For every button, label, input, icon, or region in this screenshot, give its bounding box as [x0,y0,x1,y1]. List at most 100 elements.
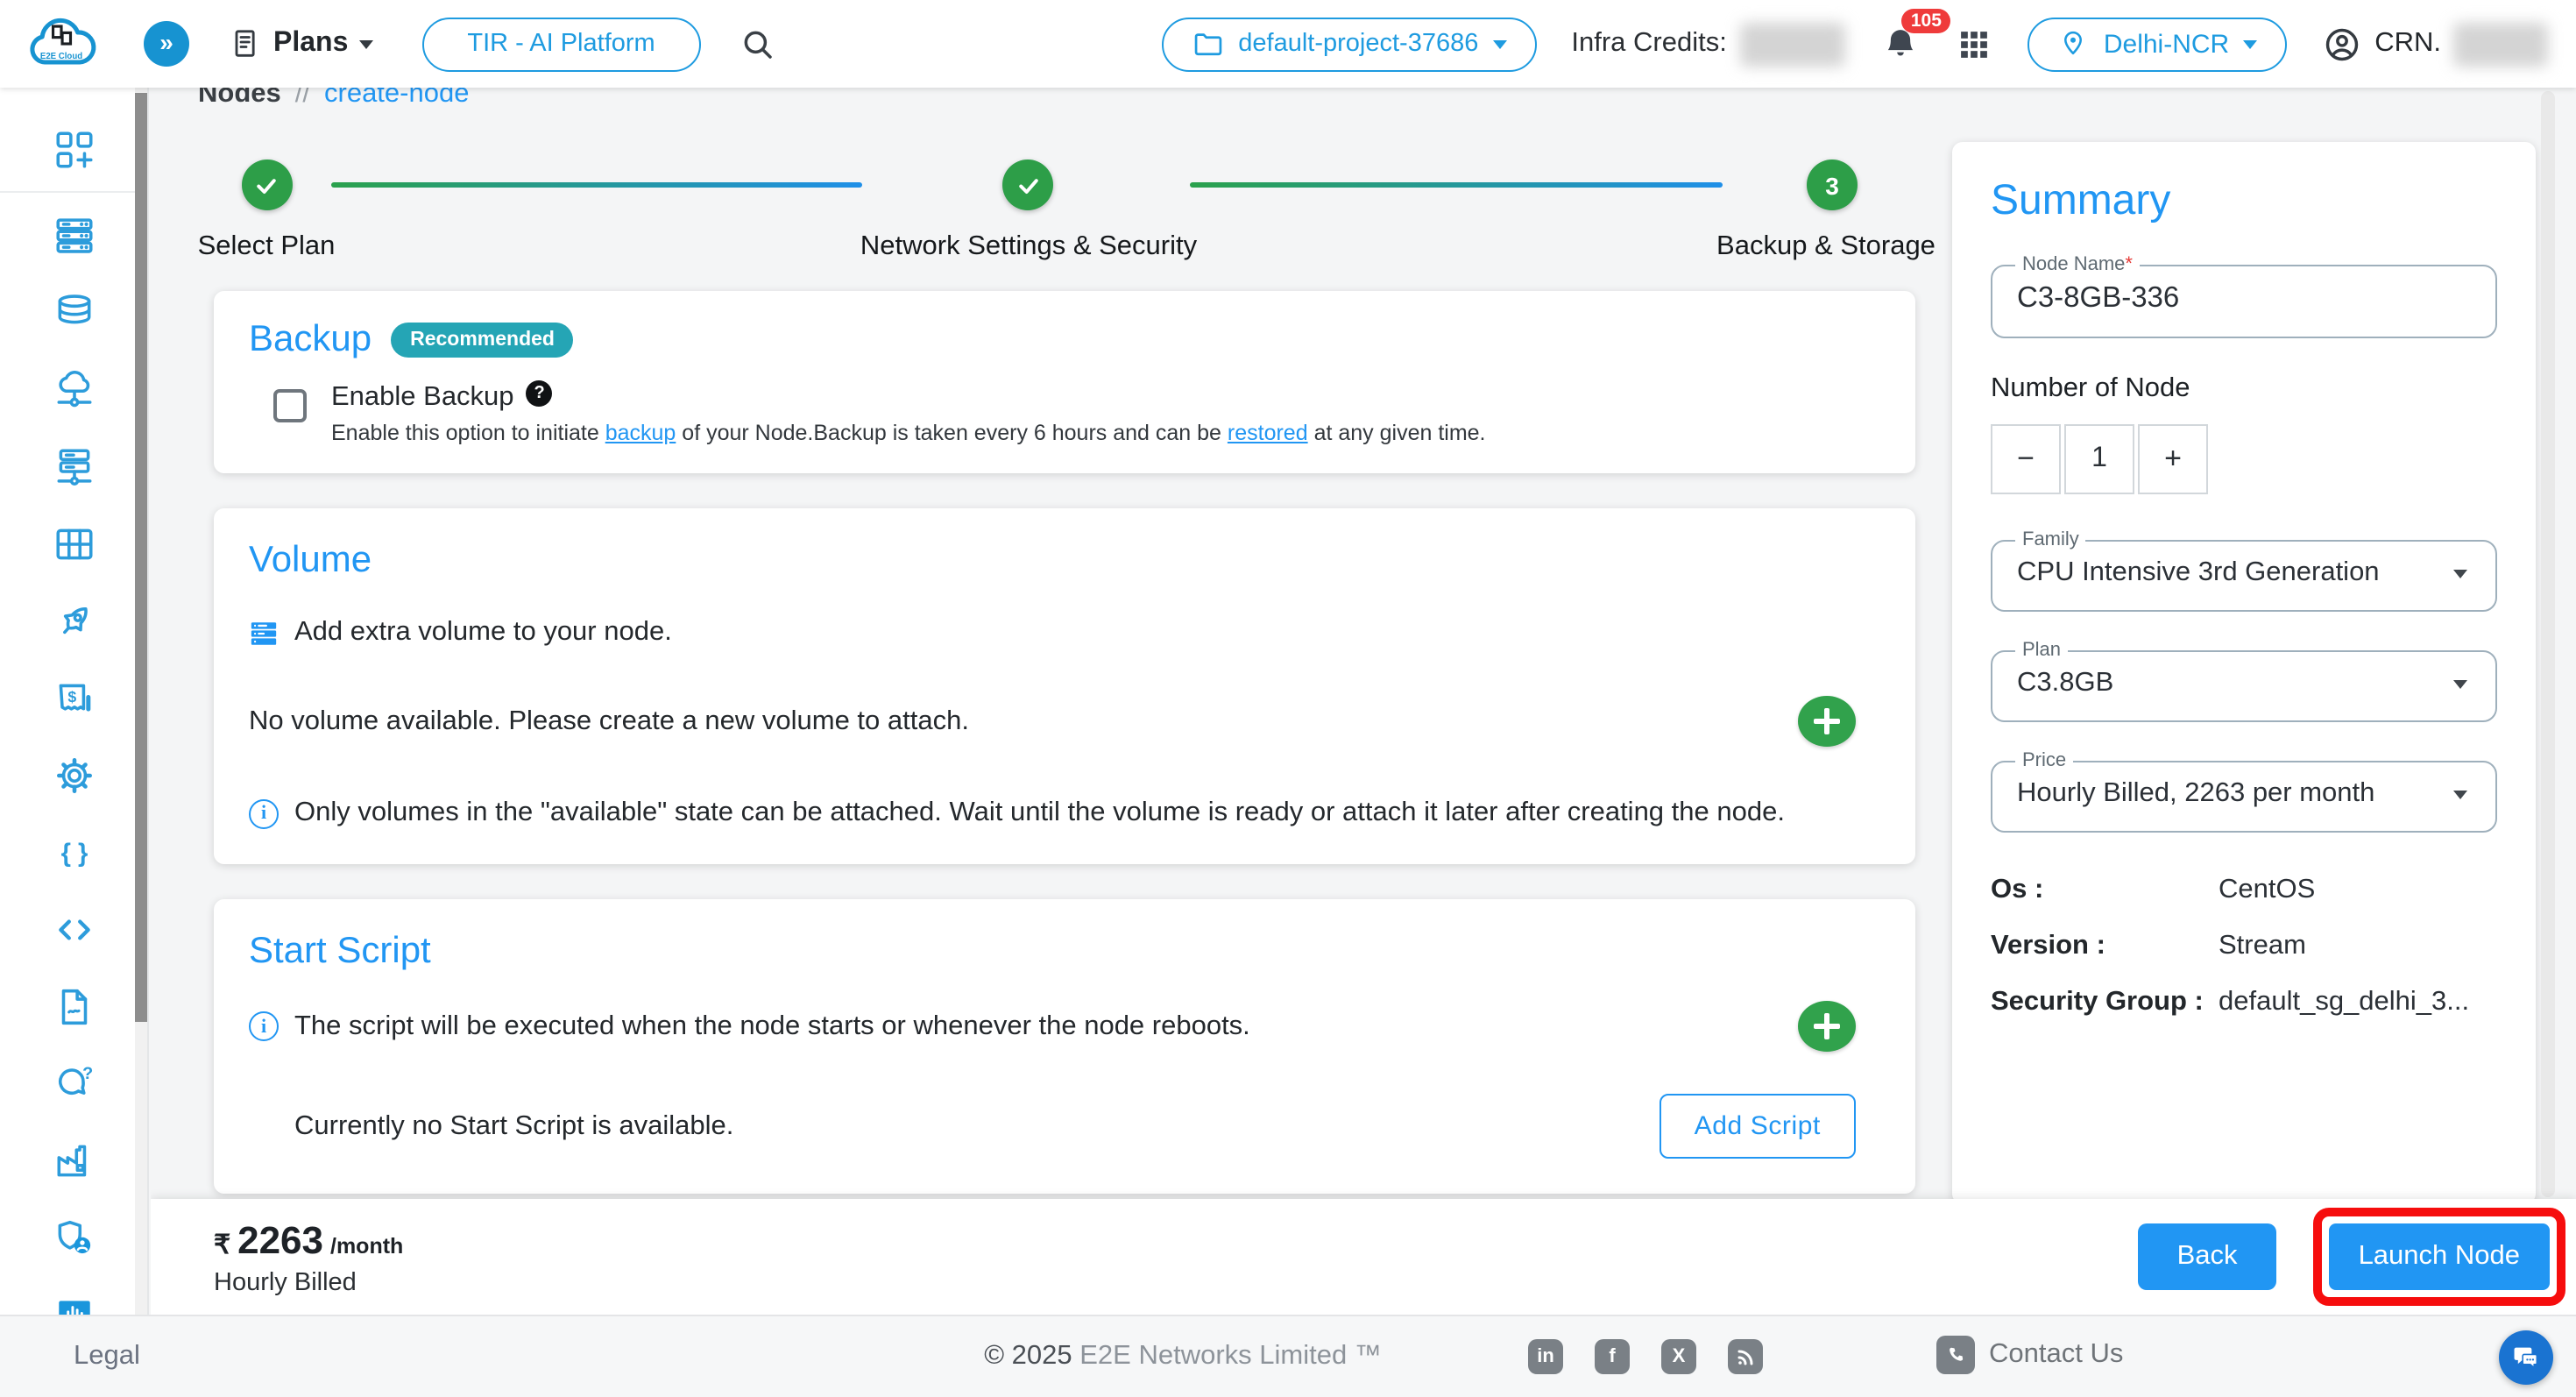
content-scrollbar-track[interactable] [2541,91,2555,1197]
enable-backup-checkbox[interactable] [273,389,307,422]
step-1-complete-icon[interactable] [241,160,292,210]
sidebar-item-documents[interactable] [0,968,147,1045]
svg-text:?: ? [81,1063,92,1082]
price-label: Price [2015,750,2073,771]
region-selector[interactable]: Delhi-NCR [2028,17,2287,71]
top-header: E2E Cloud » Plans TIR - AI Platform defa… [0,0,2576,88]
add-script-button[interactable]: Add Script [1660,1094,1856,1159]
price-value: Hourly Billed, 2263 per month [2017,778,2374,810]
project-selector[interactable]: default-project-37686 [1161,17,1536,71]
sidebar-item-compute[interactable] [0,196,147,273]
contact-us-label: Contact Us [1989,1339,2123,1371]
plans-menu[interactable]: Plans [228,26,372,61]
node-name-label: Node Name [2022,254,2125,275]
sidebar-expand-button[interactable]: » [144,21,189,67]
compute-nodes-icon [52,213,96,257]
backup-title: Backup [249,319,372,361]
facebook-icon[interactable] [1595,1339,1630,1374]
sidebar-item-cloud-network[interactable] [0,351,147,428]
bottom-action-bar: ₹ 2263 /month Hourly Billed Back Launch … [151,1199,2576,1315]
location-pin-icon [2058,28,2090,60]
linkedin-icon[interactable] [1528,1339,1563,1374]
rss-icon[interactable] [1728,1339,1763,1374]
sidebar-scrollbar-track[interactable] [135,88,147,1315]
start-script-card: Start Script i The script will be execut… [214,899,1915,1194]
search-icon[interactable] [740,25,776,62]
sidebar-item-database[interactable] [0,273,147,351]
breadcrumb-nodes[interactable]: Nodes [198,88,281,110]
increment-button[interactable]: + [2138,424,2208,494]
help-icon[interactable]: ? [527,379,553,406]
apps-grid-icon[interactable] [1957,25,1993,62]
sidebar-item-support[interactable]: ? [0,1045,147,1122]
sidebar-item-security[interactable] [0,1199,147,1276]
security-group-value: default_sg_delhi_3... [2219,987,2497,1018]
backup-card: Backup Recommended Enable Backup ? Enabl… [214,291,1915,473]
document-icon [52,984,96,1028]
node-name-field[interactable]: Node Name* C3-8GB-336 [1991,254,2497,338]
support-chat-icon: ? [52,1061,96,1105]
enable-backup-label: Enable Backup [331,382,514,414]
step-1-label: Select Plan [198,231,336,263]
code-icon [52,907,96,951]
billing-type: Hourly Billed [214,1268,403,1296]
page-footer: Legal © 2025 E2E Networks Limited ™ Cont… [0,1315,2576,1397]
price-select[interactable]: Price Hourly Billed, 2263 per month [1991,750,2497,833]
sidebar-item-launch[interactable] [0,582,147,659]
sidebar-item-settings[interactable] [0,736,147,813]
node-name-value[interactable]: C3-8GB-336 [2017,282,2179,316]
chat-widget-button[interactable] [2499,1330,2553,1385]
add-start-script-plus-button[interactable] [1798,1001,1856,1052]
info-icon: i [249,1011,279,1041]
step-2-complete-icon[interactable] [1002,160,1053,210]
launch-node-highlight: Launch Node [2313,1208,2565,1306]
phone-icon [1936,1336,1975,1374]
add-volume-button[interactable] [1798,696,1856,747]
account-menu[interactable]: CRN. [2322,22,2548,66]
x-icon[interactable] [1661,1339,1696,1374]
sidebar-item-api[interactable]: { } [0,813,147,890]
app-window: E2E Cloud » Plans TIR - AI Platform defa… [0,0,2576,1397]
start-script-empty-line: Currently no Start Script is available. [249,1110,733,1142]
svg-text:E2E Cloud: E2E Cloud [40,52,82,61]
sidebar-item-storage[interactable] [0,505,147,582]
restored-link[interactable]: restored [1228,421,1308,445]
decrement-button[interactable]: − [1991,424,2061,494]
security-shield-user-icon [52,1216,96,1259]
sidebar-item-marketplace[interactable] [0,1122,147,1199]
legal-link[interactable]: Legal [74,1341,140,1372]
e2e-cloud-logo[interactable]: E2E Cloud [25,11,98,77]
copyright: © 2025 E2E Networks Limited ™ [984,1341,1382,1372]
family-select[interactable]: Family CPU Intensive 3rd Generation [1991,529,2497,612]
step-number: 3 [1825,171,1839,199]
chevron-down-icon [358,39,372,48]
sidebar-item-monitoring[interactable] [0,1276,147,1315]
receipt-icon [228,26,263,61]
security-group-label: Security Group : [1991,987,2219,1018]
sidebar-item-code[interactable] [0,890,147,968]
chevron-down-icon [2453,790,2467,798]
tir-ai-platform-button[interactable]: TIR - AI Platform [421,17,700,71]
contact-us-link[interactable]: Contact Us [1936,1336,2123,1374]
infra-credits-label: Infra Credits: [1571,28,1726,60]
sidebar-divider [0,191,147,193]
sidebar-scrollbar-thumb[interactable] [135,93,147,1022]
billing-invoice-icon: $ [52,676,96,720]
launch-node-button[interactable]: Launch Node [2329,1223,2550,1290]
step-3-current-icon[interactable]: 3 [1807,160,1858,210]
sidebar-item-server-cluster[interactable] [0,428,147,505]
sidebar-item-billing[interactable]: $ [0,659,147,736]
wizard-stepper: 3 Select Plan Network Settings & Securit… [214,123,1915,291]
company-name[interactable]: E2E Networks Limited ™ [1079,1341,1382,1371]
plan-select[interactable]: Plan C3.8GB [1991,640,2497,722]
breadcrumb-create-node[interactable]: create-node [324,88,469,110]
notifications-button[interactable]: 105 [1881,24,1921,64]
back-button[interactable]: Back [2139,1223,2276,1290]
infra-credits-value-redacted [1741,22,1846,66]
backup-link[interactable]: backup [605,421,676,445]
svg-text:{ }: { } [60,839,88,867]
check-icon [254,173,279,197]
sidebar-item-dashboard[interactable] [0,110,147,188]
number-of-node-label: Number of Node [1991,373,2497,405]
social-links [1528,1339,1763,1374]
